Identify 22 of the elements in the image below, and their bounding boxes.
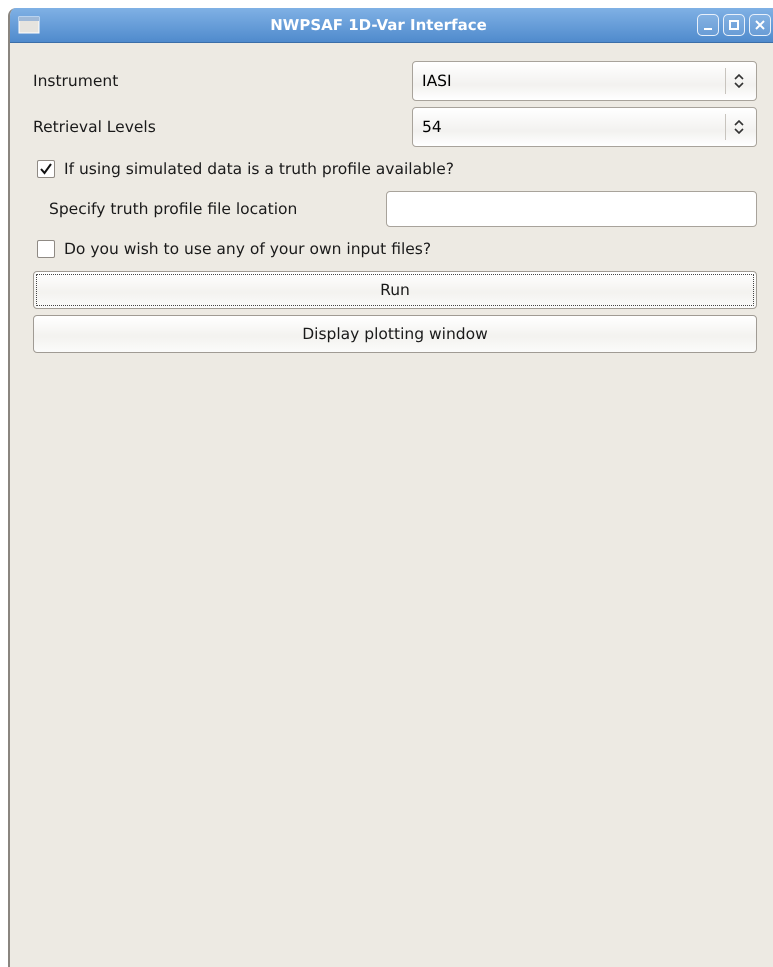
combo-box[interactable]: IASI (412, 61, 757, 101)
push-button[interactable]: Display plotting window (33, 315, 757, 353)
field-label: Specify truth profile file location (49, 200, 298, 218)
maximize-button[interactable] (723, 14, 745, 36)
input-field[interactable] (386, 191, 757, 227)
close-icon (754, 19, 766, 31)
checkbox[interactable] (37, 160, 55, 178)
checkbox-label: If using simulated data is a truth profile available? (64, 160, 454, 178)
push-button[interactable]: Run (33, 271, 757, 309)
spin-arrows-icon (734, 74, 744, 88)
checkbox[interactable] (37, 240, 55, 258)
close-button[interactable] (749, 14, 771, 36)
field-label: Retrieval Levels (33, 118, 156, 136)
field-label: Instrument (33, 72, 118, 90)
window-title: NWPSAF 1D-Var Interface (269, 16, 488, 34)
spin-arrows-icon (734, 120, 744, 134)
minimize-icon (704, 28, 712, 30)
combo-box[interactable]: 54 (412, 107, 757, 147)
window-icon (18, 16, 40, 34)
maximize-icon (728, 19, 740, 31)
checkbox-label: Do you wish to use any of your own input files? (64, 240, 432, 258)
minimize-button[interactable] (697, 14, 719, 36)
